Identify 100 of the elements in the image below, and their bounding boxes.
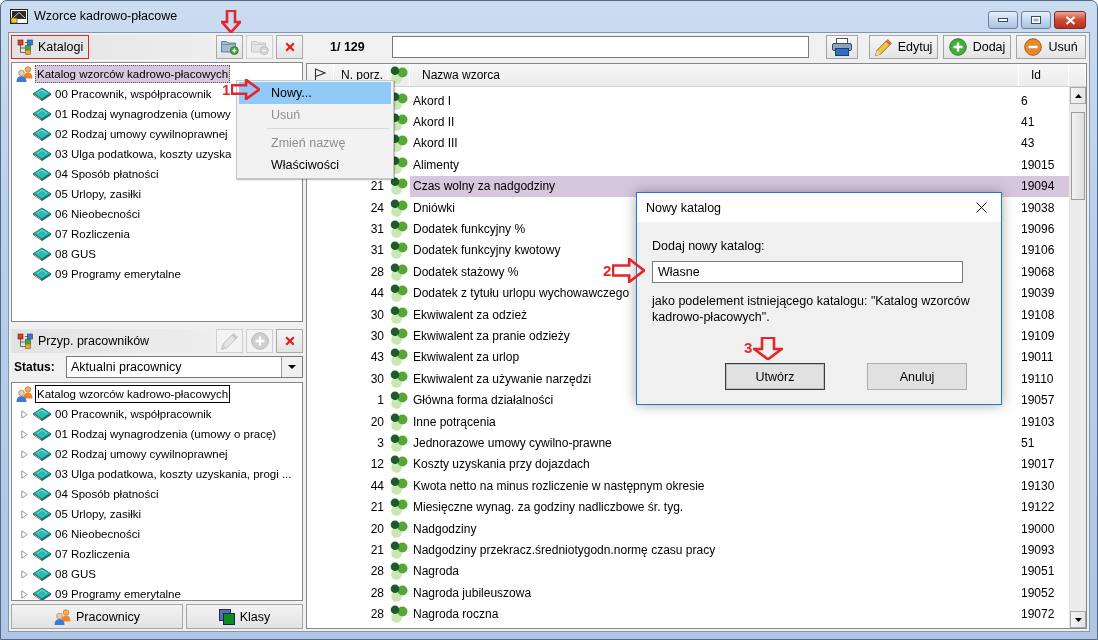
table-cell[interactable]: Miesięczne wynag. za godziny nadliczbowe śr. tyg. [410,496,1019,518]
table-cell[interactable]: Akord III [410,132,1019,155]
up-arrow-icon [1074,93,1082,98]
tree-item[interactable]: 08 GUS [53,565,98,583]
tree-item[interactable]: 04 Sposób płatności [53,485,161,503]
menu-item[interactable]: Właściwości [239,154,391,176]
scroll-up-button[interactable] [1070,87,1086,104]
minimize-button[interactable] [988,11,1018,29]
dialog-button[interactable]: Utwórz [725,363,825,390]
tree-item[interactable]: 07 Rozliczenia [53,545,132,563]
expander-icon[interactable] [20,449,28,459]
classes-button[interactable]: Klasy [186,604,303,629]
table-cell-text: 28 [369,263,385,281]
step-number: 2 [603,263,612,278]
tree-item[interactable]: Katalog wzorców kadrowo-płacowych [35,385,231,403]
table-cell-text: 44 [369,477,385,495]
table-cell[interactable]: Nagroda roczna [410,603,1019,625]
plus-circle-icon [250,332,269,350]
tree-item[interactable]: 01 Rodzaj wynagrodzenia (umowy o pracę) [53,425,279,443]
tree-item[interactable]: 06 Nieobecności [53,205,143,223]
book-icon [33,507,51,521]
people-icon [16,386,33,402]
table-cell-text: 43 [1020,135,1036,153]
expander-icon[interactable] [20,549,28,559]
tree-item[interactable]: 00 Pracownik, współpracownik [53,405,214,423]
book-icon [33,547,51,561]
tree-item[interactable]: 07 Rozliczenia [53,225,132,243]
table-cell-text: 19072 [1020,606,1056,624]
table-cell[interactable]: Akord II [410,111,1019,133]
expander-icon[interactable] [20,509,28,519]
table-cell-text: 19096 [1020,221,1056,239]
tree-item[interactable]: 02 Rodzaj umowy cywilnoprawnej [53,125,230,143]
table-cell[interactable]: Akord I [410,90,1019,112]
dropdown-button[interactable] [281,357,302,377]
remove-button[interactable]: Usuń [1016,35,1086,59]
edit-button[interactable]: Edytuj [869,35,938,59]
delete-button[interactable] [276,329,303,353]
maximize-button[interactable] [1021,11,1051,29]
delete-button[interactable] [276,35,303,59]
step-number: 3 [744,340,753,355]
table-cell[interactable]: Alimenty [410,154,1019,176]
dialog-button[interactable]: Anuluj [867,363,967,390]
expander-icon[interactable] [20,569,28,579]
status-label: Status: [13,360,56,374]
table-cell-text: 24 [369,199,385,217]
table-cell-text: 20 [369,413,385,431]
leaf-cluster-icon [390,305,408,324]
column-header[interactable]: Nazwa wzorca [422,68,501,82]
employees-button[interactable]: Pracownicy [11,604,183,629]
book-icon [33,407,51,421]
close-button[interactable] [1054,11,1086,29]
leaf-cluster-icon [390,177,408,196]
leaf-cluster-icon [390,519,408,538]
folder-plus-icon [220,39,239,55]
name-input[interactable]: Własne [652,261,963,283]
table-cell[interactable]: Nagroda jubileuszowa [410,582,1019,604]
scroll-down-button[interactable] [1070,611,1086,628]
tree-item[interactable]: Katalog wzorców kadrowo-płacowych [35,65,231,83]
expander-icon[interactable] [20,529,28,539]
tree-item[interactable]: 04 Sposób płatności [53,165,161,183]
expander-icon[interactable] [20,469,28,479]
tree-item[interactable]: 05 Urlopy, zasiłki [53,505,144,523]
expander-icon[interactable] [20,489,28,499]
tree-item[interactable]: 09 Programy emerytalne [53,265,183,283]
panel-tab[interactable]: Katalogi [11,35,90,59]
tree-item[interactable]: 03 Ulga podatkowa, koszty uzyskania, progi ... [53,465,294,483]
cross-icon [284,336,295,346]
tree-item[interactable]: 06 Nieobecności [53,525,143,543]
tree-item[interactable]: 08 GUS [53,245,98,263]
book-icon [33,567,51,581]
cross-icon [284,42,295,52]
print-button[interactable] [826,35,858,59]
tree-item[interactable]: 01 Rodzaj wynagrodzenia (umowy [53,105,233,123]
expander-icon[interactable] [20,589,28,599]
tree-item[interactable]: 09 Programy emerytalne [53,585,183,600]
table-cell[interactable]: Kwota netto na minus rozliczenie w następnym okresie [410,475,1019,497]
tree-icon [17,333,33,349]
table-cell[interactable]: Nadgodziny przekracz.średniotygodn.normę czasu pracy [410,539,1019,561]
tree-item[interactable]: 03 Ulga podatkowa, koszty uzyska [53,145,234,163]
tree-item[interactable]: 05 Urlopy, zasiłki [53,185,144,203]
table-cell[interactable]: Nadgodziny [410,517,1019,540]
column-header[interactable]: N. porz. [341,68,383,82]
table-cell[interactable]: Nagroda [410,560,1019,582]
scroll-thumb[interactable] [1071,112,1085,200]
tree-item[interactable]: 02 Rodzaj umowy cywilnoprawnej [53,445,230,463]
table-cell[interactable]: Jednorazowe umowy cywilno-prawne [410,432,1019,454]
add-folder-button[interactable] [216,35,243,59]
menu-item[interactable]: Nowy... [239,82,391,104]
table-cell[interactable]: Inne potrącenia [410,410,1019,433]
status-dropdown[interactable]: Aktualni pracownicy [66,356,303,378]
table-cell[interactable]: Koszty uzyskania przy dojazdach [410,453,1019,476]
expander-icon[interactable] [20,409,28,419]
pencil-icon [874,38,892,56]
scrollbar[interactable] [1069,87,1086,628]
leaf-cluster-icon [390,198,408,217]
add-button[interactable]: Dodaj [943,35,1011,59]
column-header[interactable]: Id [1031,68,1041,82]
tree-item[interactable]: 00 Pracownik, współpracownik [53,85,214,103]
search-field[interactable] [392,36,809,58]
expander-icon[interactable] [20,429,28,439]
